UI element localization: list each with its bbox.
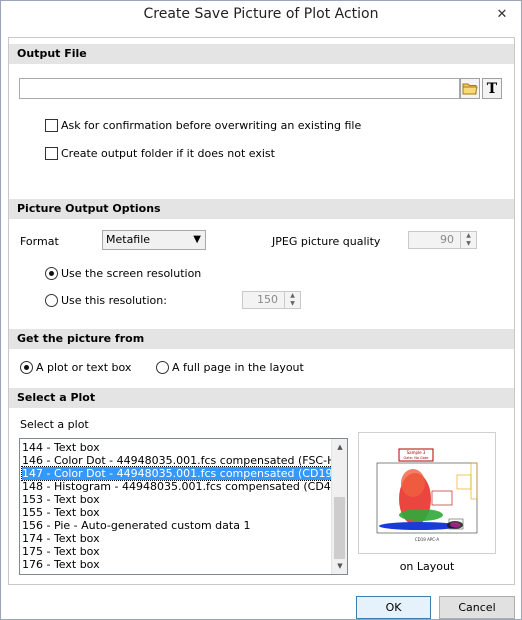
cancel-button[interactable]: Cancel [439,596,515,619]
resolution-updown[interactable]: ▲ ▼ [284,292,300,308]
scroll-thumb[interactable] [334,497,345,559]
list-item[interactable]: 176 - Text box [22,558,332,571]
preview-xaxis-label: CD19 APC-A [415,537,440,542]
screen-resolution-label: Use the screen resolution [61,267,202,280]
format-label: Format [20,235,59,248]
spin-down-icon: ▼ [466,240,471,247]
spin-down-icon: ▼ [290,300,295,307]
list-item[interactable]: 175 - Text box [22,545,332,558]
preview-title: Sample 3 [407,450,426,455]
create-folder-label: Create output folder if it does not exis… [61,147,275,160]
folder-icon [462,83,478,95]
spin-up-icon: ▲ [290,292,295,299]
plot-preview-image: Sample 3 Gate: No Gate CD19 APC-A [359,433,495,553]
dialog-client-area: Output File T Ask for confirmation befor… [8,37,515,585]
format-select[interactable]: Metafile ▼ [102,230,206,250]
jpeg-quality-label: JPEG picture quality [272,235,381,248]
full-page-label: A full page in the layout [172,361,304,374]
list-item[interactable]: 155 - Text box [22,506,332,519]
title-bar: Create Save Picture of Plot Action ✕ [1,1,521,30]
full-page-radio[interactable] [156,361,169,374]
close-icon: ✕ [496,7,508,22]
output-file-path-input[interactable] [19,78,460,99]
jpeg-quality-spinner[interactable]: 90 ▲ ▼ [408,231,477,249]
dialog-window: Create Save Picture of Plot Action ✕ Out… [0,0,522,620]
browse-folder-button[interactable] [460,78,480,99]
plot-or-text-label: A plot or text box [36,361,132,374]
list-item[interactable]: 144 - Text box [22,441,332,454]
custom-resolution-radio[interactable] [45,294,58,307]
resolution-value: 150 [257,293,278,306]
custom-resolution-label: Use this resolution: [61,294,167,307]
format-select-value: Metafile [106,233,151,246]
plot-listbox[interactable]: 144 - Text box 146 - Color Dot - 4494803… [19,438,348,575]
plot-or-text-radio[interactable] [20,361,33,374]
scroll-up-icon[interactable]: ▲ [332,439,347,455]
ok-button[interactable]: OK [356,596,431,619]
jpeg-quality-updown[interactable]: ▲ ▼ [460,232,476,248]
scroll-down-icon[interactable]: ▼ [332,558,347,574]
list-item[interactable]: 156 - Pie - Auto-generated custom data 1 [22,519,332,532]
chevron-down-icon: ▼ [193,234,201,245]
confirm-overwrite-checkbox[interactable] [45,119,58,132]
resolution-spinner[interactable]: 150 ▲ ▼ [242,291,301,309]
select-plot-label: Select a plot [20,418,89,431]
create-folder-checkbox[interactable] [45,147,58,160]
preview-subtitle: Gate: No Gate [404,456,429,460]
list-item[interactable]: 174 - Text box [22,532,332,545]
plot-preview: Sample 3 Gate: No Gate CD19 APC-A [358,432,496,554]
list-item-selected[interactable]: 147 - Color Dot - 44948035.001.fcs compe… [21,466,347,481]
select-plot-header: Select a Plot [9,388,514,408]
spin-up-icon: ▲ [466,232,471,239]
picture-output-header: Picture Output Options [9,199,514,219]
preview-caption: on Layout [399,560,455,573]
screen-resolution-radio[interactable] [45,267,58,280]
output-file-header: Output File [9,44,514,64]
list-item[interactable]: 146 - Color Dot - 44948035.001.fcs compe… [22,454,347,467]
window-title: Create Save Picture of Plot Action [143,6,379,22]
jpeg-quality-value: 90 [440,233,454,246]
list-item[interactable]: 148 - Histogram - 44948035.001.fcs compe… [22,480,347,493]
close-button[interactable]: ✕ [493,6,511,24]
text-t-icon: T [486,80,498,97]
confirm-overwrite-label: Ask for confirmation before overwriting … [61,119,362,132]
text-format-button[interactable]: T [482,78,502,99]
list-scrollbar[interactable]: ▲ ▼ [331,439,347,574]
source-header: Get the picture from [9,329,514,349]
list-item[interactable]: 153 - Text box [22,493,332,506]
